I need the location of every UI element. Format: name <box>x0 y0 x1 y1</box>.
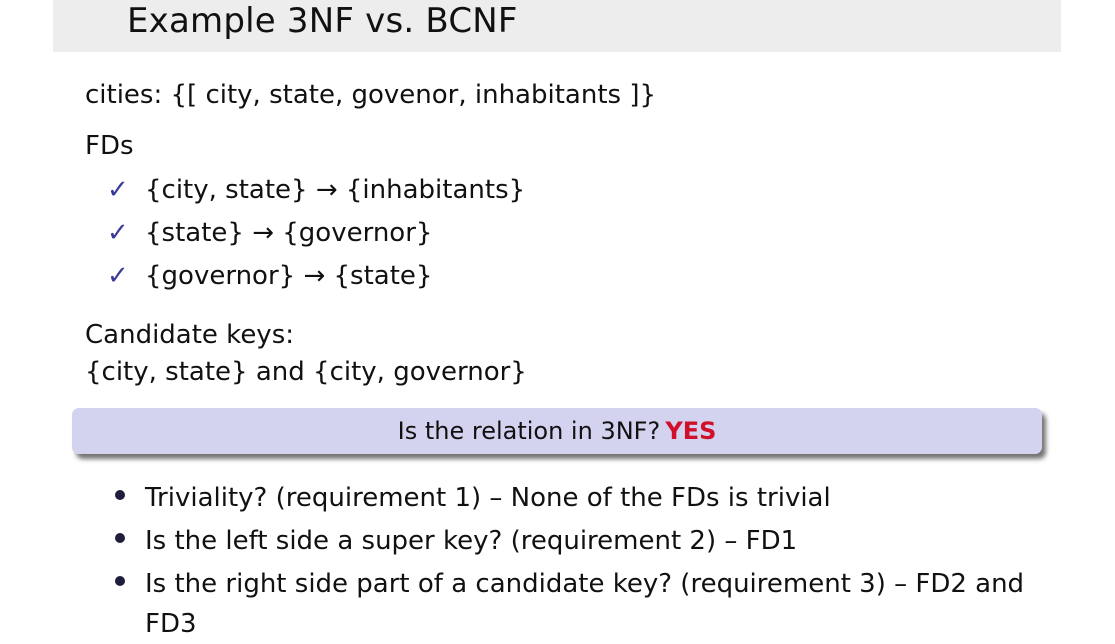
fd-text: {city, state} → {inhabitants} <box>145 175 526 205</box>
fd-text: {state} → {governor} <box>145 218 433 248</box>
check-icon: ✓ <box>107 218 129 248</box>
fds-heading: FDs <box>85 131 134 161</box>
check-icon: ✓ <box>107 261 129 291</box>
candidate-keys-label: Candidate keys: <box>85 320 295 350</box>
slide-title: Example 3NF vs. BCNF <box>127 1 518 41</box>
question-text: Is the relation in 3NF? <box>397 417 661 445</box>
answer-text: YES <box>665 417 717 445</box>
bullet-text: Is the right side part of a candidate ke… <box>145 569 1025 639</box>
bullet-text: Is the left side a super key? (requireme… <box>145 526 798 556</box>
relation-schema: cities: {[ city, state, govenor, inhabit… <box>85 80 657 110</box>
candidate-keys: {city, state} and {city, governor} <box>85 357 527 387</box>
fd-text: {governor} → {state} <box>145 261 433 291</box>
check-icon: ✓ <box>107 175 129 205</box>
question-box: Is the relation in 3NF? YES <box>72 408 1042 454</box>
bullet-dot-icon <box>115 576 125 586</box>
bullet-dot-icon <box>115 533 125 543</box>
fd-item-1: ✓ {city, state} → {inhabitants} <box>107 175 525 205</box>
fd-item-3: ✓ {governor} → {state} <box>107 261 432 291</box>
fd-item-2: ✓ {state} → {governor} <box>107 218 432 248</box>
bullet-text: Triviality? (requirement 1) – None of th… <box>145 483 831 513</box>
bullet-dot-icon <box>115 490 125 500</box>
